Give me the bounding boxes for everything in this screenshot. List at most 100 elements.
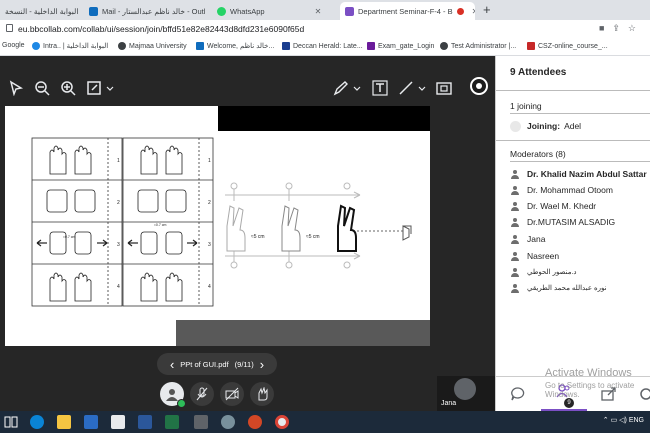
attendee-name: نوره عبدالله محمد الطريقي: [527, 285, 607, 292]
system-tray[interactable]: ⌃ ▭ ◁) ENG: [603, 416, 644, 424]
bookmark-label: Deccan Herald: Late...: [293, 42, 363, 50]
outlook-icon: [196, 42, 204, 50]
attendee-name: Dr. Wael M. Khedr: [527, 201, 597, 211]
divider: [510, 161, 650, 162]
slide-gray-bar: [176, 320, 430, 346]
person-icon: [510, 283, 519, 293]
tab-label: Mail - خالد ناظم عبدالستار - Outl: [102, 6, 206, 16]
paint-icon[interactable]: [221, 415, 235, 429]
person-icon: [510, 217, 519, 227]
bookmarks-bar: Google Intra.. | البوابة الداخلية Majmaa…: [0, 38, 650, 56]
collaborate-icon: [345, 6, 354, 16]
bookmark-test-admin[interactable]: Test Administrator |...: [440, 42, 516, 50]
shape-icon[interactable]: [436, 80, 452, 96]
gesture-diagram: 1 2 3 4 1 2 3 4 ≈0.7 cm ≈0.7 cm ≈5 cm ≈5…: [31, 137, 412, 307]
url-field[interactable]: eu.bbcollab.com/collab/ui/session/join/b…: [18, 24, 304, 34]
bookmark-majmaa[interactable]: Majmaa University: [118, 42, 187, 50]
bookmark-welcome[interactable]: Welcome, خالد ناظم...: [196, 42, 274, 50]
grid-number: 1: [208, 158, 211, 164]
attendee-name: Dr. Mohammad Otoom: [527, 185, 613, 195]
bookmark-label: Welcome, خالد ناظم...: [207, 43, 275, 50]
line-icon[interactable]: [398, 80, 428, 96]
microphone-button[interactable]: [190, 382, 214, 406]
camera-button[interactable]: [220, 382, 244, 406]
file-explorer-icon[interactable]: [57, 415, 71, 429]
bookmark-deccan[interactable]: Deccan Herald: Late...: [282, 42, 363, 50]
attendee-row[interactable]: Dr. Khalid Nazim Abdul Sattar: [510, 168, 647, 180]
hand-icon: [258, 387, 268, 401]
bookmark-label: Exam_gate_Login: [378, 42, 435, 50]
store-icon[interactable]: [84, 415, 98, 429]
pen-icon[interactable]: [333, 80, 363, 96]
stop-share-button[interactable]: [470, 77, 488, 95]
joining-header: 1 joining: [510, 101, 542, 111]
powerpoint-icon[interactable]: [248, 415, 262, 429]
bookmark-label: Test Administrator |...: [451, 42, 517, 50]
grid-number: 3: [208, 242, 211, 248]
close-icon[interactable]: ✕: [472, 7, 475, 16]
tab-whatsapp[interactable]: WhatsApp ✕: [212, 2, 337, 20]
content-stage: 1 2 3 4 1 2 3 4 ≈0.7 cm ≈0.7 cm ≈5 cm ≈5…: [0, 56, 495, 411]
my-status-button[interactable]: [160, 382, 186, 408]
attendee-row[interactable]: د.منصور الحوطي: [510, 266, 577, 278]
new-tab-button[interactable]: +: [483, 2, 491, 17]
attendee-name: Dr. Khalid Nazim Abdul Sattar: [527, 169, 647, 179]
task-view-icon[interactable]: [4, 415, 18, 429]
zoom-out-icon[interactable]: [34, 80, 50, 96]
text-icon[interactable]: [372, 80, 388, 96]
exam-gate-icon: [367, 42, 375, 50]
measure-label: ≈5 cm: [251, 234, 265, 240]
camera-off-icon: [225, 387, 239, 401]
chevron-left-icon[interactable]: ‹: [170, 357, 174, 372]
attendee-row[interactable]: Dr. Wael M. Khedr: [510, 200, 596, 212]
avatar-icon: [166, 389, 178, 401]
divider: [496, 140, 650, 141]
joining-icon: [510, 120, 521, 132]
activate-windows-subtitle: Go to Settings to activate Windows.: [545, 381, 635, 399]
tab-department-seminar[interactable]: Department Seminar-F-4 - B ✕: [340, 2, 475, 20]
attendee-name: Nasreen: [527, 251, 560, 261]
edge-icon[interactable]: [30, 415, 44, 429]
self-video-tile[interactable]: Jana: [437, 376, 495, 411]
tab-intranet[interactable]: البوابة الداخلية - النسخة ✕: [0, 2, 82, 20]
fit-icon[interactable]: [87, 80, 115, 96]
zoom-in-icon[interactable]: [60, 80, 76, 96]
mail-icon[interactable]: [111, 415, 125, 429]
address-actions: ■⇪☆: [599, 23, 644, 34]
chat-icon[interactable]: [510, 386, 526, 402]
tab-mail[interactable]: Mail - خالد ناظم عبدالستار - Outl ✕: [84, 2, 209, 20]
chrome-icon[interactable]: [275, 415, 289, 429]
word-icon[interactable]: [138, 415, 152, 429]
attendee-row[interactable]: نوره عبدالله محمد الطريقي: [510, 282, 607, 294]
bookmark-csz[interactable]: CSZ-online_course_...: [527, 42, 608, 50]
raise-hand-button[interactable]: [250, 382, 274, 406]
online-status-icon: [177, 399, 186, 408]
person-icon: [510, 267, 519, 277]
bookmark-exam-gate[interactable]: Exam_gate_Login: [367, 42, 434, 50]
bookmark-intranet[interactable]: Intra.. | البوابة الداخلية: [32, 42, 108, 50]
microphone-off-icon: [196, 387, 208, 401]
close-icon[interactable]: ✕: [315, 7, 322, 16]
lock-icon[interactable]: [6, 24, 13, 32]
grid-number: 1: [117, 158, 120, 164]
attendee-row[interactable]: Dr.MUTASIM ALSADIG: [510, 216, 615, 228]
calculator-icon[interactable]: [194, 415, 208, 429]
pdf-navigator: ‹ PPt of GUI.pdf (9/11) ›: [157, 353, 277, 375]
pointer-icon[interactable]: [8, 80, 24, 96]
excel-icon[interactable]: [165, 415, 179, 429]
attendee-row[interactable]: Nasreen: [510, 250, 559, 262]
attendee-row[interactable]: Jana: [510, 233, 545, 245]
chevron-right-icon[interactable]: ›: [260, 357, 264, 372]
pdf-page: (9/11): [234, 359, 254, 369]
attendee-row[interactable]: Dr. Mohammad Otoom: [510, 184, 613, 196]
attendee-name: Jana: [527, 234, 546, 244]
bookmark-google[interactable]: Google: [2, 42, 25, 49]
activate-windows-title: Activate Windows: [545, 367, 632, 379]
joining-row[interactable]: Joining: Adel: [510, 120, 581, 132]
share-icon[interactable]: ⇪: [612, 23, 628, 33]
deccan-icon: [282, 42, 290, 50]
tab-label: Department Seminar-F-4 - B: [358, 6, 453, 16]
measure-label: ≈0.7 cm: [63, 235, 76, 239]
camera-icon[interactable]: ■: [599, 23, 612, 33]
star-icon[interactable]: ☆: [628, 23, 644, 33]
